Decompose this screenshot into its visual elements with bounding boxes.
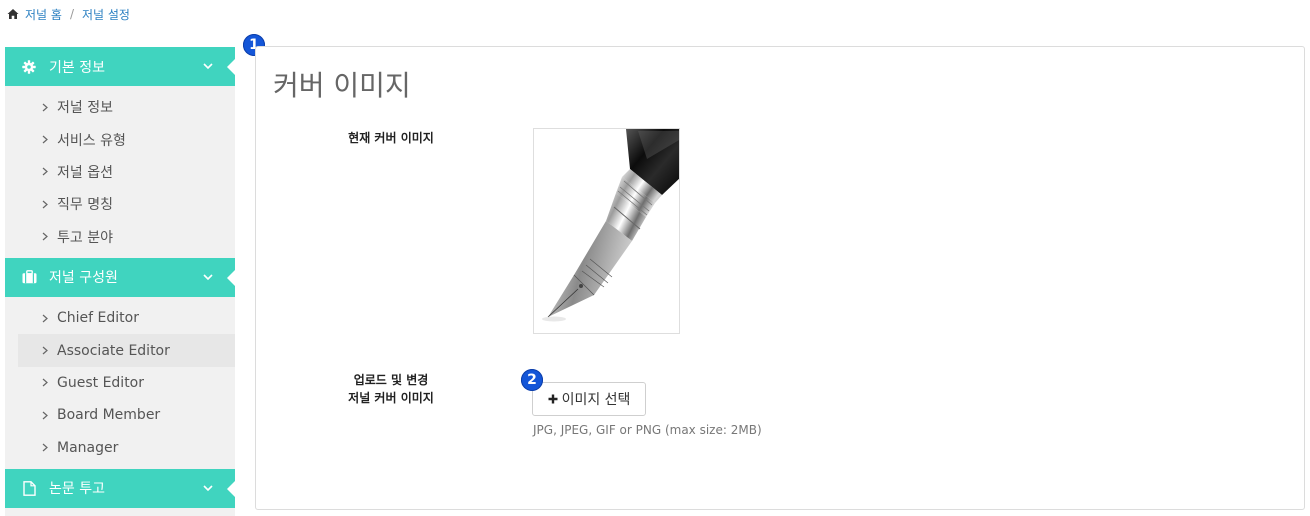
step-badge-2: 2	[521, 369, 543, 391]
sidebar-section-title: 저널 구성원	[49, 270, 118, 287]
breadcrumb-separator: /	[69, 7, 74, 21]
breadcrumb-journal-settings[interactable]: 저널 설정	[82, 6, 130, 23]
chevron-right-icon	[42, 443, 48, 452]
chevron-right-icon	[42, 314, 48, 323]
sidebar-item-service-type[interactable]: 서비스 유형	[18, 123, 235, 155]
briefcase-icon	[21, 269, 37, 285]
cover-image-panel: 커버 이미지 현재 커버 이미지 업로드 및 변경 저널 커버 이미지 이미지 …	[255, 46, 1305, 510]
select-image-button[interactable]: 이미지 선택	[532, 382, 646, 416]
sidebar-section-journal-members[interactable]: 저널 구성원	[5, 257, 235, 297]
chevron-down-icon	[203, 274, 213, 281]
sidebar-item-label: 투고 분야	[57, 229, 113, 246]
chevron-right-icon	[42, 103, 48, 112]
sidebar-item-board-member[interactable]: Board Member	[18, 399, 235, 431]
breadcrumb-journal-home[interactable]: 저널 홈	[25, 6, 62, 23]
fountain-pen-image	[534, 129, 679, 333]
chevron-right-icon	[42, 411, 48, 420]
chevron-down-icon	[203, 63, 213, 70]
sidebar-item-job-titles[interactable]: 직무 명칭	[18, 188, 235, 220]
sidebar-section-title: 기본 정보	[49, 59, 105, 76]
sidebar-list-journal-members: Chief Editor Associate Editor Guest Edit…	[5, 297, 235, 469]
chevron-right-icon	[42, 168, 48, 176]
current-cover-label: 현재 커버 이미지	[348, 131, 434, 145]
home-icon[interactable]	[7, 8, 19, 20]
sidebar-item-submission-fields[interactable]: 투고 분야	[18, 221, 235, 253]
upload-label-line1: 업로드 및 변경	[353, 373, 429, 387]
sidebar-item-label: 직무 명칭	[57, 197, 113, 214]
sidebar-item-label: Guest Editor	[57, 374, 145, 391]
gear-icon	[21, 59, 37, 75]
sidebar-item-chief-editor[interactable]: Chief Editor	[18, 302, 235, 334]
plus-icon	[548, 394, 558, 404]
upload-label-line2: 저널 커버 이미지	[348, 391, 434, 405]
sidebar-item-label: Associate Editor	[57, 342, 170, 359]
select-image-label: 이미지 선택	[561, 392, 631, 408]
sidebar-item-journal-info[interactable]: 저널 정보	[18, 91, 235, 123]
chevron-right-icon	[42, 135, 48, 144]
page-title: 커버 이미지	[273, 69, 411, 102]
sidebar-item-label: Chief Editor	[57, 310, 139, 327]
chevron-right-icon	[42, 378, 48, 387]
sidebar: 기본 정보 저널 정보 서비스 유형 저널 옵션 직무 명칭 투고 분야 저널 …	[5, 47, 235, 516]
sidebar-list-basic-info: 저널 정보 서비스 유형 저널 옵션 직무 명칭 투고 분야	[5, 86, 235, 258]
document-icon	[21, 480, 37, 496]
chevron-down-icon	[203, 485, 213, 492]
sidebar-item-label: Board Member	[57, 407, 161, 424]
sidebar-item-guest-editor[interactable]: Guest Editor	[18, 367, 235, 399]
sidebar-section-basic-info[interactable]: 기본 정보	[5, 47, 235, 86]
file-format-hint: JPG, JPEG, GIF or PNG (max size: 2MB)	[533, 423, 762, 437]
chevron-right-icon	[42, 232, 48, 241]
sidebar-section-paper-submission[interactable]: 논문 투고	[5, 468, 235, 508]
sidebar-item-label: 저널 정보	[57, 100, 113, 117]
upload-label: 업로드 및 변경 저널 커버 이미지	[316, 371, 466, 407]
sidebar-item-label: 서비스 유형	[57, 132, 126, 149]
sidebar-item-label: 저널 옵션	[57, 164, 113, 181]
breadcrumb: 저널 홈 / 저널 설정	[7, 5, 130, 23]
sidebar-section-title: 논문 투고	[49, 481, 105, 498]
cover-image-preview	[533, 128, 680, 334]
sidebar-item-associate-editor[interactable]: Associate Editor	[18, 334, 235, 367]
chevron-right-icon	[42, 346, 48, 355]
chevron-right-icon	[42, 200, 48, 209]
sidebar-item-journal-options[interactable]: 저널 옵션	[18, 156, 235, 188]
sidebar-item-label: Manager	[57, 439, 119, 456]
sidebar-item-manager[interactable]: Manager	[18, 432, 235, 464]
